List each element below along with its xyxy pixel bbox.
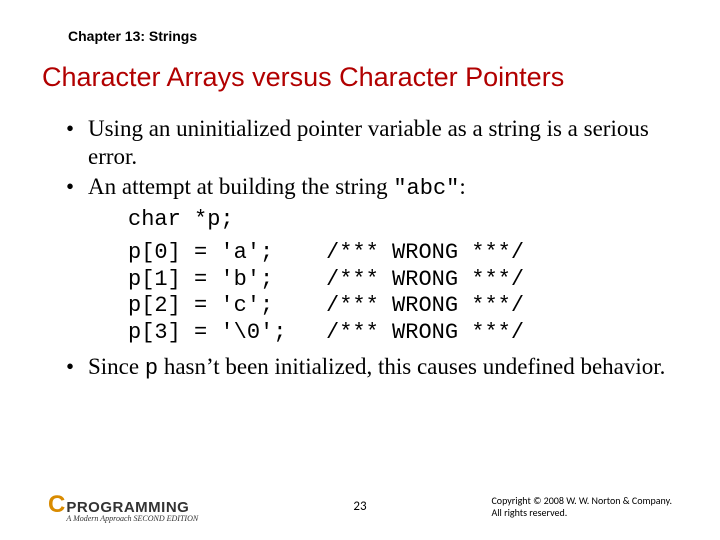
bullet-text: hasn’t been initialized, this causes und…	[158, 354, 665, 379]
copyright-line: Copyright © 2008 W. W. Norton & Company.	[491, 495, 672, 507]
inline-code: "abc"	[393, 176, 459, 201]
inline-code: p	[145, 356, 158, 381]
copyright: Copyright © 2008 W. W. Norton & Company.…	[491, 495, 672, 519]
book-logo: C PROGRAMMING A Modern Approach SECOND E…	[48, 491, 198, 522]
bullet-item: An attempt at building the string "abc":…	[66, 173, 672, 347]
copyright-line: All rights reserved.	[491, 507, 672, 519]
code-block: p[0] = 'a'; /*** WRONG ***/ p[1] = 'b'; …	[128, 240, 672, 347]
bullet-text: :	[459, 174, 465, 199]
bullet-text: Using an uninitialized pointer variable …	[88, 116, 649, 169]
logo-text-group: PROGRAMMING A Modern Approach SECOND EDI…	[66, 501, 198, 522]
code-declaration: char *p;	[128, 207, 672, 234]
bullet-text: An attempt at building the string	[88, 174, 393, 199]
page-number: 23	[353, 499, 366, 514]
bullet-item: Using an uninitialized pointer variable …	[66, 115, 672, 171]
chapter-label: Chapter 13: Strings	[68, 28, 672, 44]
bullet-text: Since	[88, 354, 145, 379]
footer: C PROGRAMMING A Modern Approach SECOND E…	[0, 491, 720, 522]
slide-title: Character Arrays versus Character Pointe…	[42, 62, 672, 93]
logo-c-letter: C	[48, 491, 64, 519]
logo-subtitle: A Modern Approach SECOND EDITION	[66, 515, 198, 522]
content-list: Using an uninitialized pointer variable …	[66, 115, 672, 383]
bullet-item: Since p hasn’t been initialized, this ca…	[66, 353, 672, 383]
logo-main-text: PROGRAMMING	[66, 501, 198, 515]
